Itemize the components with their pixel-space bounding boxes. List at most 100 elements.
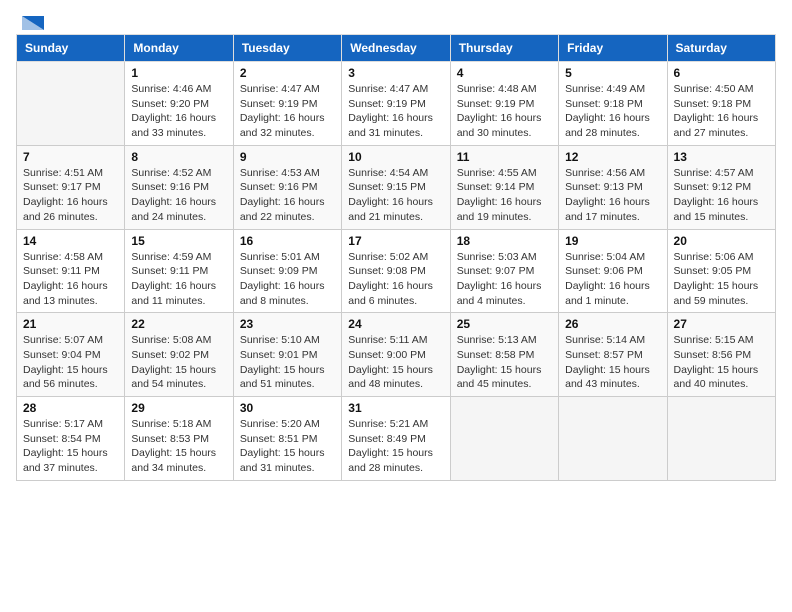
week-row-1: 1Sunrise: 4:46 AM Sunset: 9:20 PM Daylig…: [17, 62, 776, 146]
day-number: 16: [240, 234, 335, 248]
day-number: 29: [131, 401, 226, 415]
day-number: 31: [348, 401, 443, 415]
day-number: 11: [457, 150, 552, 164]
day-info: Sunrise: 4:47 AM Sunset: 9:19 PM Dayligh…: [240, 82, 335, 141]
calendar-cell: 30 Sunrise: 5:20 AM Sunset: 8:51 PM Dayli…: [233, 397, 341, 481]
day-info: Sunrise: 4:48 AM Sunset: 9:19 PM Dayligh…: [457, 82, 552, 141]
day-info: Sunrise: 4:50 AM Sunset: 9:18 PM Dayligh…: [674, 82, 769, 141]
day-number: 17: [348, 234, 443, 248]
calendar-cell: 14 Sunrise: 4:58 AM Sunset: 9:11 PM Dayli…: [17, 229, 125, 313]
day-header-friday: Friday: [559, 35, 667, 62]
calendar-cell: 15Sunrise: 4:59 AM Sunset: 9:11 PM Dayli…: [125, 229, 233, 313]
calendar-cell: 16 Sunrise: 5:01 AM Sunset: 9:09 PM Dayli…: [233, 229, 341, 313]
day-header-saturday: Saturday: [667, 35, 775, 62]
calendar-cell: [450, 397, 558, 481]
day-info: Sunrise: 4:47 AM Sunset: 9:19 PM Dayligh…: [348, 82, 443, 141]
day-info: Sunrise: 5:07 AM Sunset: 9:04 PM Dayligh…: [23, 333, 118, 392]
day-number: 2: [240, 66, 335, 80]
calendar-cell: 19Sunrise: 5:04 AM Sunset: 9:06 PM Dayli…: [559, 229, 667, 313]
day-number: 7: [23, 150, 118, 164]
calendar-cell: 4 Sunrise: 4:48 AM Sunset: 9:19 PM Daylig…: [450, 62, 558, 146]
day-number: 10: [348, 150, 443, 164]
calendar-cell: 25 Sunrise: 5:13 AM Sunset: 8:58 PM Dayli…: [450, 313, 558, 397]
day-header-tuesday: Tuesday: [233, 35, 341, 62]
logo-flag-icon: [22, 16, 44, 30]
day-header-wednesday: Wednesday: [342, 35, 450, 62]
header-row: SundayMondayTuesdayWednesdayThursdayFrid…: [17, 35, 776, 62]
calendar-cell: 10 Sunrise: 4:54 AM Sunset: 9:15 PM Dayli…: [342, 145, 450, 229]
calendar-cell: [559, 397, 667, 481]
day-number: 12: [565, 150, 660, 164]
calendar-cell: 11 Sunrise: 4:55 AM Sunset: 9:14 PM Dayli…: [450, 145, 558, 229]
calendar-cell: [17, 62, 125, 146]
calendar-cell: 21Sunrise: 5:07 AM Sunset: 9:04 PM Dayli…: [17, 313, 125, 397]
calendar-cell: 12 Sunrise: 4:56 AM Sunset: 9:13 PM Dayli…: [559, 145, 667, 229]
day-info: Sunrise: 5:18 AM Sunset: 8:53 PM Dayligh…: [131, 417, 226, 476]
day-info: Sunrise: 4:56 AM Sunset: 9:13 PM Dayligh…: [565, 166, 660, 225]
calendar-cell: 9 Sunrise: 4:53 AM Sunset: 9:16 PM Daylig…: [233, 145, 341, 229]
day-info: Sunrise: 4:54 AM Sunset: 9:15 PM Dayligh…: [348, 166, 443, 225]
day-number: 4: [457, 66, 552, 80]
day-number: 5: [565, 66, 660, 80]
calendar-cell: 5 Sunrise: 4:49 AM Sunset: 9:18 PM Daylig…: [559, 62, 667, 146]
day-info: Sunrise: 5:03 AM Sunset: 9:07 PM Dayligh…: [457, 250, 552, 309]
logo: [16, 16, 44, 30]
week-row-4: 21Sunrise: 5:07 AM Sunset: 9:04 PM Dayli…: [17, 313, 776, 397]
calendar-cell: 20 Sunrise: 5:06 AM Sunset: 9:05 PM Dayli…: [667, 229, 775, 313]
week-row-3: 14 Sunrise: 4:58 AM Sunset: 9:11 PM Dayli…: [17, 229, 776, 313]
calendar-cell: 13Sunrise: 4:57 AM Sunset: 9:12 PM Dayli…: [667, 145, 775, 229]
day-info: Sunrise: 5:20 AM Sunset: 8:51 PM Dayligh…: [240, 417, 335, 476]
day-info: Sunrise: 4:51 AM Sunset: 9:17 PM Dayligh…: [23, 166, 118, 225]
day-number: 1: [131, 66, 226, 80]
day-info: Sunrise: 4:55 AM Sunset: 9:14 PM Dayligh…: [457, 166, 552, 225]
day-info: Sunrise: 5:01 AM Sunset: 9:09 PM Dayligh…: [240, 250, 335, 309]
calendar-cell: 17 Sunrise: 5:02 AM Sunset: 9:08 PM Dayli…: [342, 229, 450, 313]
calendar-cell: 26Sunrise: 5:14 AM Sunset: 8:57 PM Dayli…: [559, 313, 667, 397]
day-number: 27: [674, 317, 769, 331]
calendar-cell: 24Sunrise: 5:11 AM Sunset: 9:00 PM Dayli…: [342, 313, 450, 397]
day-info: Sunrise: 5:21 AM Sunset: 8:49 PM Dayligh…: [348, 417, 443, 476]
day-info: Sunrise: 5:10 AM Sunset: 9:01 PM Dayligh…: [240, 333, 335, 392]
day-number: 30: [240, 401, 335, 415]
day-info: Sunrise: 5:06 AM Sunset: 9:05 PM Dayligh…: [674, 250, 769, 309]
calendar-cell: [667, 397, 775, 481]
day-header-sunday: Sunday: [17, 35, 125, 62]
day-info: Sunrise: 4:52 AM Sunset: 9:16 PM Dayligh…: [131, 166, 226, 225]
day-number: 28: [23, 401, 118, 415]
day-number: 9: [240, 150, 335, 164]
calendar-cell: 23Sunrise: 5:10 AM Sunset: 9:01 PM Dayli…: [233, 313, 341, 397]
day-info: Sunrise: 5:02 AM Sunset: 9:08 PM Dayligh…: [348, 250, 443, 309]
calendar-cell: 1Sunrise: 4:46 AM Sunset: 9:20 PM Daylig…: [125, 62, 233, 146]
page-header: [16, 16, 776, 30]
day-info: Sunrise: 5:13 AM Sunset: 8:58 PM Dayligh…: [457, 333, 552, 392]
day-number: 18: [457, 234, 552, 248]
day-number: 14: [23, 234, 118, 248]
week-row-5: 28Sunrise: 5:17 AM Sunset: 8:54 PM Dayli…: [17, 397, 776, 481]
day-info: Sunrise: 5:04 AM Sunset: 9:06 PM Dayligh…: [565, 250, 660, 309]
day-info: Sunrise: 5:14 AM Sunset: 8:57 PM Dayligh…: [565, 333, 660, 392]
day-number: 20: [674, 234, 769, 248]
week-row-2: 7 Sunrise: 4:51 AM Sunset: 9:17 PM Daylig…: [17, 145, 776, 229]
day-number: 25: [457, 317, 552, 331]
calendar-cell: 18 Sunrise: 5:03 AM Sunset: 9:07 PM Dayli…: [450, 229, 558, 313]
day-number: 22: [131, 317, 226, 331]
day-info: Sunrise: 4:53 AM Sunset: 9:16 PM Dayligh…: [240, 166, 335, 225]
calendar-cell: 29 Sunrise: 5:18 AM Sunset: 8:53 PM Dayli…: [125, 397, 233, 481]
day-info: Sunrise: 4:57 AM Sunset: 9:12 PM Dayligh…: [674, 166, 769, 225]
day-number: 24: [348, 317, 443, 331]
day-info: Sunrise: 5:08 AM Sunset: 9:02 PM Dayligh…: [131, 333, 226, 392]
calendar-cell: 28Sunrise: 5:17 AM Sunset: 8:54 PM Dayli…: [17, 397, 125, 481]
day-header-thursday: Thursday: [450, 35, 558, 62]
calendar-cell: 31 Sunrise: 5:21 AM Sunset: 8:49 PM Dayli…: [342, 397, 450, 481]
day-number: 8: [131, 150, 226, 164]
calendar-cell: 2 Sunrise: 4:47 AM Sunset: 9:19 PM Daylig…: [233, 62, 341, 146]
day-info: Sunrise: 5:15 AM Sunset: 8:56 PM Dayligh…: [674, 333, 769, 392]
day-info: Sunrise: 4:49 AM Sunset: 9:18 PM Dayligh…: [565, 82, 660, 141]
day-number: 6: [674, 66, 769, 80]
day-info: Sunrise: 4:58 AM Sunset: 9:11 PM Dayligh…: [23, 250, 118, 309]
calendar-cell: 27 Sunrise: 5:15 AM Sunset: 8:56 PM Dayli…: [667, 313, 775, 397]
day-info: Sunrise: 4:59 AM Sunset: 9:11 PM Dayligh…: [131, 250, 226, 309]
calendar-table: SundayMondayTuesdayWednesdayThursdayFrid…: [16, 34, 776, 481]
day-number: 3: [348, 66, 443, 80]
calendar-cell: 7 Sunrise: 4:51 AM Sunset: 9:17 PM Daylig…: [17, 145, 125, 229]
